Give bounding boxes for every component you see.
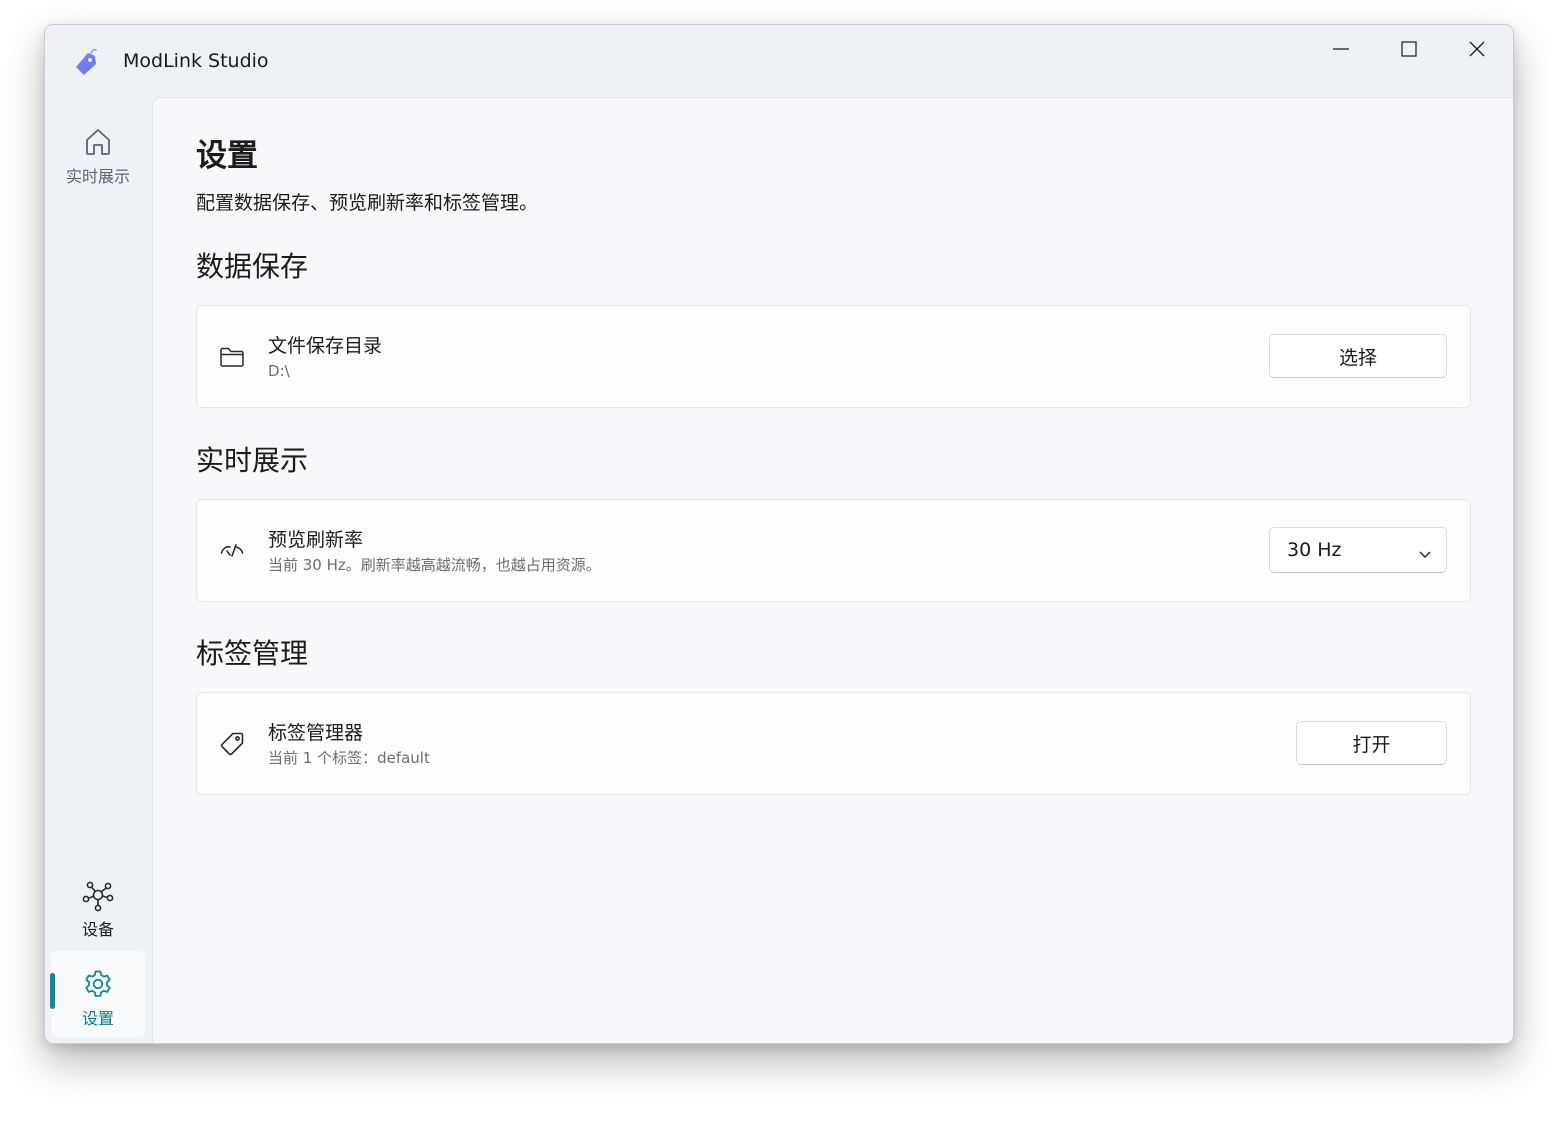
card-save-directory: 文件保存目录 D:\ 选择 (196, 305, 1471, 408)
app-title: ModLink Studio (123, 50, 269, 72)
title-bar[interactable]: ModLink Studio (45, 25, 1513, 97)
card-refresh-rate: 预览刷新率 当前 30 Hz。刷新率越高越流畅，也越占用资源。 30 Hz (196, 499, 1471, 602)
sidebar-item-label: 设备 (81, 920, 114, 939)
card-title: 文件保存目录 (268, 335, 383, 357)
section-title-live: 实时展示 (196, 444, 309, 477)
chevron-down-icon (1418, 544, 1432, 563)
section-title-tags: 标签管理 (196, 637, 309, 670)
open-tag-manager-button[interactable]: 打开 (1296, 721, 1447, 765)
choose-directory-button[interactable]: 选择 (1269, 334, 1447, 378)
nav-sidebar: 实时展示 设备 设置 (45, 97, 151, 1043)
section-title-data-save: 数据保存 (196, 250, 309, 283)
page-subtitle: 配置数据保存、预览刷新率和标签管理。 (196, 192, 539, 214)
sidebar-item-settings[interactable]: 设置 (51, 951, 145, 1037)
card-description: 当前 1 个标签：default (268, 749, 430, 767)
maximize-button[interactable] (1375, 25, 1443, 73)
sidebar-item-label: 实时展示 (65, 167, 130, 186)
close-button[interactable] (1443, 25, 1511, 73)
card-title: 标签管理器 (268, 722, 364, 744)
app-logo-icon (73, 46, 101, 76)
settings-page: 设置 配置数据保存、预览刷新率和标签管理。 数据保存 文件保存目录 D:\ 选择… (152, 97, 1513, 1043)
gear-icon (81, 967, 115, 1001)
tag-icon (219, 731, 245, 757)
folder-icon (219, 344, 245, 370)
sidebar-item-devices[interactable]: 设备 (51, 862, 145, 948)
refresh-rate-value: 30 Hz (1287, 539, 1342, 561)
refresh-rate-select[interactable]: 30 Hz (1269, 527, 1447, 573)
network-icon (81, 878, 115, 912)
sidebar-item-live[interactable]: 实时展示 (51, 109, 145, 195)
maximize-icon (1401, 41, 1417, 57)
home-icon (81, 125, 115, 159)
minimize-icon (1333, 48, 1349, 50)
close-icon (1469, 41, 1485, 57)
selection-indicator (50, 973, 55, 1009)
save-directory-value: D:\ (268, 362, 290, 380)
minimize-button[interactable] (1307, 25, 1375, 73)
page-title: 设置 (196, 138, 258, 174)
card-title: 预览刷新率 (268, 529, 364, 551)
gauge-icon (219, 538, 245, 564)
sidebar-item-label: 设置 (81, 1009, 114, 1028)
app-window: ModLink Studio 实时展示 设备 设置 设置 配置数据保存、预览刷新… (44, 24, 1514, 1044)
card-tag-manager: 标签管理器 当前 1 个标签：default 打开 (196, 692, 1471, 795)
card-description: 当前 30 Hz。刷新率越高越流畅，也越占用资源。 (268, 556, 601, 574)
